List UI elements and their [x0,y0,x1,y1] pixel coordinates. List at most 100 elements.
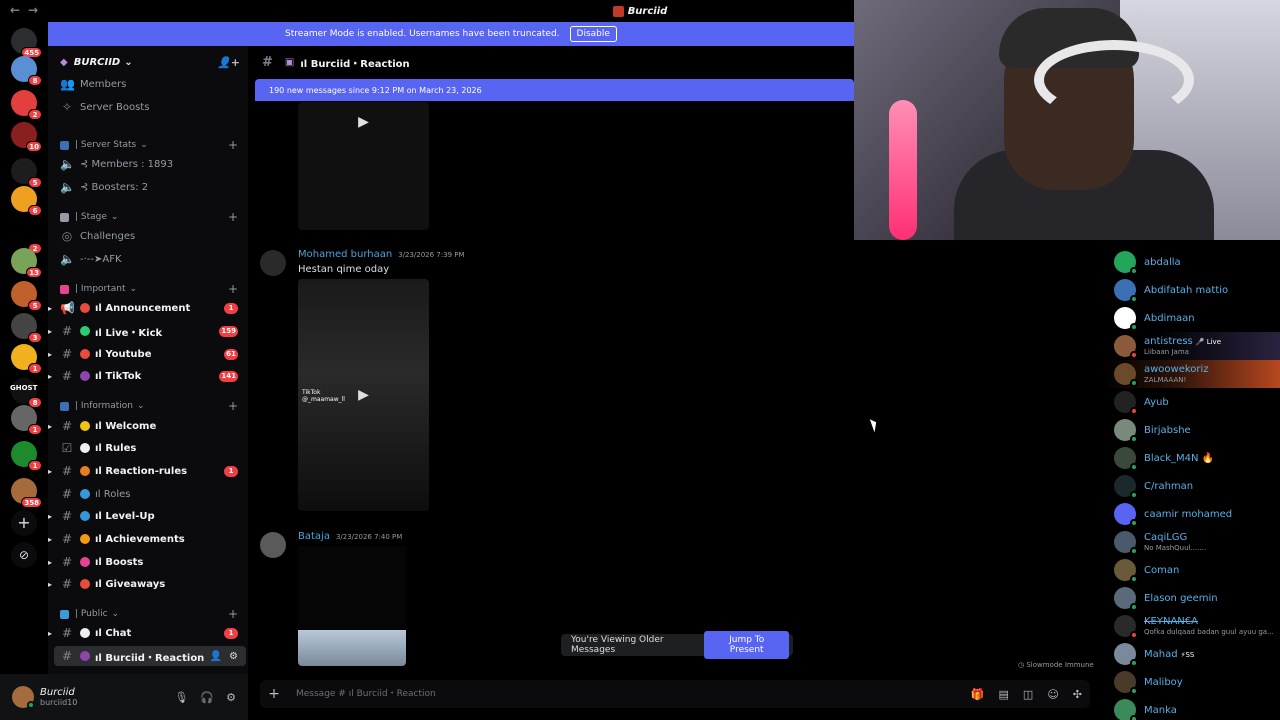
sidebar-item-channel[interactable]: ▸ # ıl Welcome [48,416,248,436]
member-item[interactable]: caamir mohamed [1102,500,1280,528]
server-icon[interactable]: 2 [11,90,42,120]
emoji-icon[interactable]: ☺ [1047,688,1058,701]
server-icon[interactable]: 6 [11,186,42,216]
member-item[interactable]: Manka [1102,696,1280,720]
play-icon[interactable]: ▶ [358,114,369,130]
invite-icon[interactable]: 👤+ [217,56,240,69]
avatar[interactable] [260,250,286,276]
sidebar-item-channel[interactable]: ▸ # ıl Achievements [48,529,248,549]
sidebar-item-burciid-reaction[interactable]: # ıl Burciid・Reaction 👤 ⚙ [54,646,246,666]
server-icon[interactable]: 1 [11,405,42,435]
sidebar-item-afk[interactable]: 🔈 -·--➤AFK [48,249,248,269]
create-channel-icon[interactable]: + [228,399,238,413]
sidebar-item-channel[interactable]: ☑ ıl Rules [48,438,248,458]
server-icon[interactable]: 455 [11,28,42,58]
sidebar-item-stat[interactable]: 🔈 ⊰ Boosters: 2 [48,177,248,197]
member-item[interactable]: C/rahman [1102,472,1280,500]
discover-icon[interactable]: ⊘ [11,542,37,568]
new-messages-bar[interactable]: 190 new messages since 9:12 PM on March … [255,79,854,101]
server-icon[interactable]: 2 [11,224,42,254]
apps-icon[interactable]: ✣ [1073,688,1082,701]
message-author[interactable]: Mohamed burhaan 3/23/2026 7:39 PM [298,249,465,260]
chevron-down-icon: ⌄ [137,401,145,411]
message-author[interactable]: Bataja 3/23/2026 7:40 PM [298,531,402,542]
create-channel-icon[interactable]: + [228,210,238,224]
disable-button[interactable]: Disable [569,26,617,42]
sidebar-item-channel[interactable]: ▸ # ıl Boosts [48,552,248,572]
gif-icon[interactable]: ▤ [999,688,1009,701]
sidebar-item-server-boosts[interactable]: ✧ Server Boosts [48,97,248,117]
sidebar-item-channel[interactable]: ▸ # ıl Giveaways [48,574,248,594]
server-icon[interactable]: 10 [11,122,42,152]
channel-label: ⊰ Members : 1893 [80,158,174,170]
category-information[interactable]: | Information ⌄ + [48,398,248,414]
member-item[interactable]: antistress 🎤 Live Liibaan Jama [1102,332,1280,360]
server-icon[interactable]: 1 [11,441,42,471]
gift-icon[interactable]: 🎁 [971,688,985,701]
member-item[interactable]: Abdimaan [1102,304,1280,332]
member-item[interactable]: Abdifatah mattio [1102,276,1280,304]
status-icon [1130,435,1138,443]
server-icon[interactable]: 5 [11,281,42,311]
member-item[interactable]: Maliboy [1102,668,1280,696]
author-name[interactable]: Mohamed burhaan [298,249,392,260]
server-icon[interactable]: 358 [11,478,42,508]
sidebar-item-channel[interactable]: ▸ # ıl Youtube 61 [48,344,248,364]
sidebar-item-channel[interactable]: ▸ # ıl Live・Kick 159 [48,321,248,341]
sidebar-item-channel[interactable]: ▸ 📢 ıl Announcement 1 [48,298,248,318]
channel-label: ıl Level-Up [95,510,155,522]
member-item[interactable]: awoowekoriz ZALMAAAN! [1102,360,1280,388]
category-stage[interactable]: | Stage ⌄ + [48,209,248,225]
mention-badge: 1 [224,627,238,639]
author-name[interactable]: Bataja [298,531,330,542]
microphone-icon[interactable]: 🎙 [174,691,188,704]
category-public[interactable]: | Public ⌄ + [48,606,248,622]
message-input[interactable] [296,689,896,699]
sticker-icon[interactable]: ◫ [1023,688,1033,701]
video-attachment[interactable] [298,546,406,666]
create-channel-icon[interactable]: + [228,138,238,152]
sidebar-item-challenges[interactable]: ◎ Challenges [48,226,248,246]
video-attachment[interactable]: ▶ TikTok @_maamaw_ll [298,279,429,511]
avatar[interactable] [12,686,35,709]
gear-icon[interactable]: ⚙ [226,691,236,704]
nav-arrows-icon[interactable]: ←→ [10,3,46,17]
member-item[interactable]: Elason geemin [1102,584,1280,612]
video-attachment[interactable]: ▶ [298,102,429,230]
server-icon[interactable]: 13 [11,248,42,278]
sidebar-item-stat[interactable]: 🔈 ⊰ Members : 1893 [48,154,248,174]
member-item[interactable]: Black_M4N 🔥 [1102,444,1280,472]
server-icon[interactable]: 5 [11,158,42,188]
headphones-icon[interactable]: 🎧 [200,691,214,704]
invite-icon[interactable]: 👤 [210,651,222,662]
create-channel-icon[interactable]: + [228,282,238,296]
category-server-stats[interactable]: | Server Stats ⌄ + [48,137,248,153]
member-item[interactable]: Mahad ⚡SS [1102,640,1280,668]
slowmode-text: Slowmode Immune [1026,661,1094,669]
sidebar-item-channel[interactable]: ▸ # ıl Chat 1 [48,623,248,643]
member-item[interactable]: Ayub [1102,388,1280,416]
play-icon[interactable]: ▶ [358,387,369,403]
member-item[interactable]: Birjabshe [1102,416,1280,444]
add-server-icon[interactable]: + [11,510,37,536]
member-name-text: Abdimaan [1144,313,1195,324]
avatar[interactable] [260,532,286,558]
add-attachment-icon[interactable]: + [260,686,288,702]
member-item[interactable]: Coman [1102,556,1280,584]
server-icon[interactable]: 8 [11,56,42,86]
create-channel-icon[interactable]: + [228,607,238,621]
sidebar-item-members[interactable]: 👥 Members [48,74,248,94]
server-icon[interactable]: 1 [11,344,42,374]
category-important[interactable]: | Important ⌄ + [48,281,248,297]
server-icon[interactable]: 3 [11,313,42,343]
hash-icon: # [61,532,73,546]
member-item[interactable]: KEYNAN€A Qofka dulqaad badan guul ayuu ga… [1102,612,1280,640]
jump-to-present-button[interactable]: Jump To Present [704,631,789,659]
sidebar-item-channel[interactable]: ▸ # ıl Level-Up [48,506,248,526]
sidebar-item-channel[interactable]: ▸ # ıl Reaction-rules 1 [48,461,248,481]
sidebar-item-channel[interactable]: ▸ # ıl TikTok 141 [48,366,248,386]
member-item[interactable]: CaqiLGG No MashQuul....... [1102,528,1280,556]
sidebar-item-channel[interactable]: # ıl Roles [48,484,248,504]
gear-icon[interactable]: ⚙ [229,651,238,662]
member-item[interactable]: abdalla [1102,248,1280,276]
